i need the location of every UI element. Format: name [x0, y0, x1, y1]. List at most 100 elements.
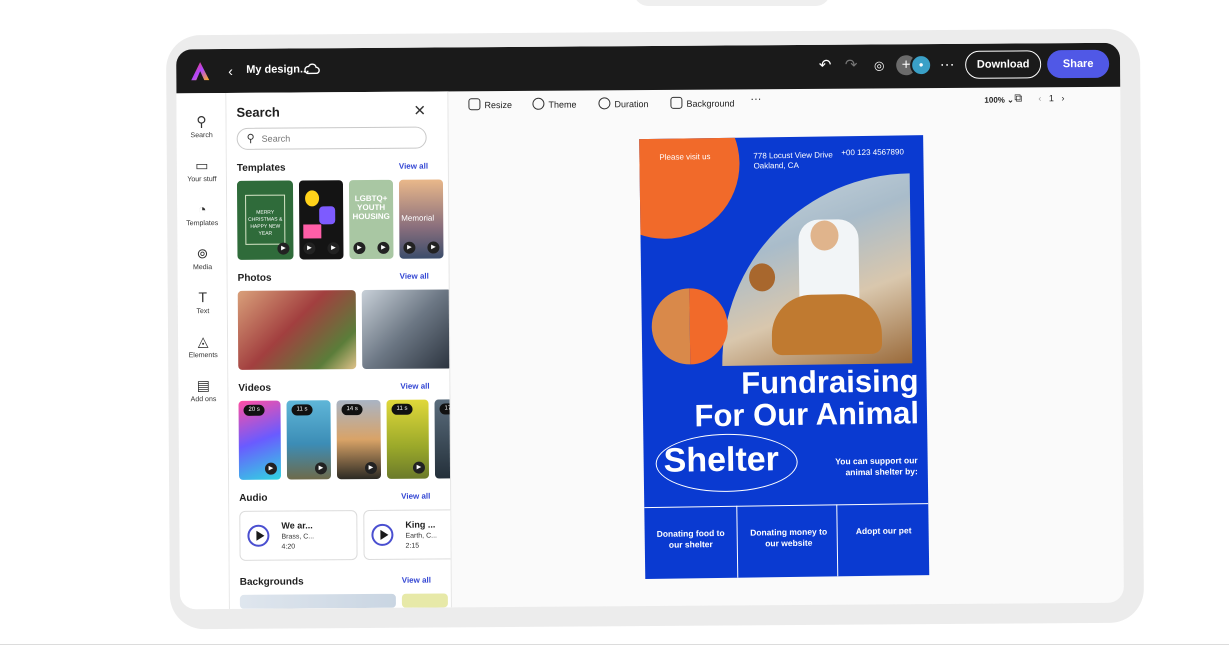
video-thumb[interactable]: 20 s ▶	[238, 400, 282, 480]
poster-canvas[interactable]: Please visit us 778 Locust View Drive Oa…	[639, 135, 930, 580]
download-button[interactable]: Download	[965, 50, 1042, 79]
resize-icon	[468, 98, 481, 111]
audio-title: We ar...	[281, 520, 313, 531]
background-thumb[interactable]	[239, 593, 396, 609]
play-icon: ▶	[327, 242, 340, 255]
rail-item-elements[interactable]: ◬ Elements	[178, 333, 228, 359]
shape	[305, 190, 320, 207]
audio-card[interactable]: We ar... Brass, C... 4:20	[239, 510, 358, 561]
avatar[interactable]: ●	[910, 54, 933, 77]
play-circle-icon[interactable]	[247, 524, 270, 547]
elements-icon: ◬	[197, 333, 209, 350]
way-adopt-pet[interactable]: Adopt our pet	[845, 525, 923, 537]
video-duration: 20 s	[243, 404, 265, 416]
address-text[interactable]: 778 Locust View Drive Oakland, CA	[753, 150, 833, 171]
way-donating-money[interactable]: Donating money to our website	[747, 526, 831, 549]
resize-button[interactable]: Resize	[468, 98, 512, 111]
visit-text[interactable]: Please visit us	[659, 152, 710, 163]
search-field[interactable]: ⚲	[236, 126, 427, 150]
phone-text[interactable]: +00 123 4567890	[841, 147, 904, 158]
cloud-icon[interactable]	[304, 61, 320, 75]
chevron-left-icon[interactable]: ‹	[228, 63, 233, 79]
divider	[836, 504, 839, 577]
rail-item-media[interactable]: ⊚ Media	[177, 245, 227, 271]
play-icon: ▶	[364, 461, 378, 475]
photos-view-all-link[interactable]: View all	[400, 272, 429, 281]
zoom-dropdown[interactable]: 100% ⌄	[984, 95, 1013, 104]
close-icon[interactable]: ✕	[413, 102, 426, 120]
addons-icon: ▤	[196, 377, 211, 394]
way-donating-food[interactable]: Donating food to our shelter	[653, 528, 729, 551]
audio-view-all-link[interactable]: View all	[401, 492, 430, 501]
search-icon: ⚲	[196, 113, 207, 130]
background-button[interactable]: Background	[670, 96, 735, 109]
template-thumb[interactable]: LGBTQ+ YOUTH HOUSING ▶ ▶	[348, 179, 394, 260]
support-text[interactable]: You can support our animal shelter by:	[814, 455, 918, 478]
duration-button[interactable]: Duration	[598, 97, 648, 110]
redo-icon[interactable]: ↷	[842, 57, 860, 75]
photo-thumb[interactable]	[361, 289, 452, 370]
template-thumb[interactable]: Memorial ▶ ▶	[398, 179, 444, 259]
play-icon: ▶	[412, 461, 426, 474]
video-thumb[interactable]: 14 s ▶	[336, 399, 382, 480]
play-icon: ▶	[314, 462, 328, 475]
divider	[736, 505, 739, 578]
veterinarian-photo[interactable]	[719, 173, 913, 366]
document-title[interactable]: My design...	[246, 63, 309, 75]
editor-toolbar: Resize Theme Duration Background ··· 100…	[448, 87, 1120, 122]
chevron-left-icon[interactable]: ‹	[1038, 93, 1041, 103]
shape	[303, 224, 322, 239]
theme-button[interactable]: Theme	[532, 97, 576, 110]
lightbulb-icon[interactable]: ◎	[870, 56, 888, 74]
backgrounds-heading: Backgrounds	[239, 576, 304, 588]
rail-item-search[interactable]: ⚲ Search	[176, 113, 226, 139]
tablet-frame: ‹ My design... ↶ ↷ ◎ + ● ··· Download Sh…	[165, 28, 1145, 630]
audio-heading: Audio	[239, 492, 268, 504]
media-icon: ⊚	[196, 245, 209, 262]
folder-icon: ▭	[195, 157, 209, 174]
video-duration: 17	[439, 403, 452, 415]
search-input[interactable]	[261, 130, 412, 146]
undo-icon[interactable]: ↶	[816, 57, 834, 75]
video-thumb[interactable]: 17	[434, 399, 452, 479]
rail-item-templates[interactable]: ◔ Templates	[177, 201, 227, 227]
text-icon: T	[198, 289, 208, 306]
video-thumb[interactable]: 11 s ▶	[386, 399, 430, 479]
templates-view-all-link[interactable]: View all	[399, 162, 428, 171]
photos-heading: Photos	[237, 272, 272, 284]
rail-item-add-ons[interactable]: ▤ Add ons	[178, 377, 228, 403]
background-icon	[670, 96, 683, 109]
template-text: MERRY CHRISTMAS & HAPPY NEW YEAR	[245, 194, 286, 245]
template-thumb[interactable]: MERRY CHRISTMAS & HAPPY NEW YEAR ▶	[236, 180, 294, 260]
share-button[interactable]: Share	[1047, 49, 1110, 79]
chevron-right-icon[interactable]: ›	[1061, 93, 1064, 103]
play-icon: ▶	[353, 242, 366, 255]
more-icon[interactable]: ···	[938, 56, 956, 74]
bottom-divider	[0, 644, 1229, 645]
app-screen: ‹ My design... ↶ ↷ ◎ + ● ··· Download Sh…	[176, 42, 1124, 610]
page-navigator[interactable]: ‹ 1 ›	[1038, 93, 1064, 103]
video-duration: 14 s	[341, 404, 363, 416]
video-duration: 11 s	[291, 404, 313, 416]
video-duration: 11 s	[391, 403, 413, 415]
more-icon[interactable]: ···	[750, 93, 761, 105]
backgrounds-view-all-link[interactable]: View all	[402, 576, 431, 585]
adobe-express-logo[interactable]	[190, 61, 210, 81]
palette-icon	[532, 97, 545, 110]
audio-card[interactable]: King ... Earth, C... 2:15	[363, 509, 452, 561]
headline-line-2[interactable]: For Our Animal	[643, 395, 919, 433]
headline-shelter[interactable]: Shelter	[663, 439, 779, 481]
videos-view-all-link[interactable]: View all	[400, 382, 429, 391]
play-icon: ▶	[277, 242, 290, 255]
template-thumb[interactable]: ▶ ▶	[298, 180, 344, 260]
photo-thumb[interactable]	[237, 290, 357, 370]
rail-item-your-stuff[interactable]: ▭ Your stuff	[177, 157, 227, 183]
pages-icon[interactable]: ⧉	[1014, 92, 1022, 105]
rail-item-text[interactable]: T Text	[178, 289, 228, 315]
page-number: 1	[1048, 93, 1054, 104]
play-icon: ▶	[427, 241, 440, 254]
audio-duration: 2:15	[405, 542, 420, 550]
play-circle-icon[interactable]	[371, 523, 394, 546]
background-thumb[interactable]	[401, 593, 448, 608]
video-thumb[interactable]: 11 s ▶	[286, 400, 332, 480]
